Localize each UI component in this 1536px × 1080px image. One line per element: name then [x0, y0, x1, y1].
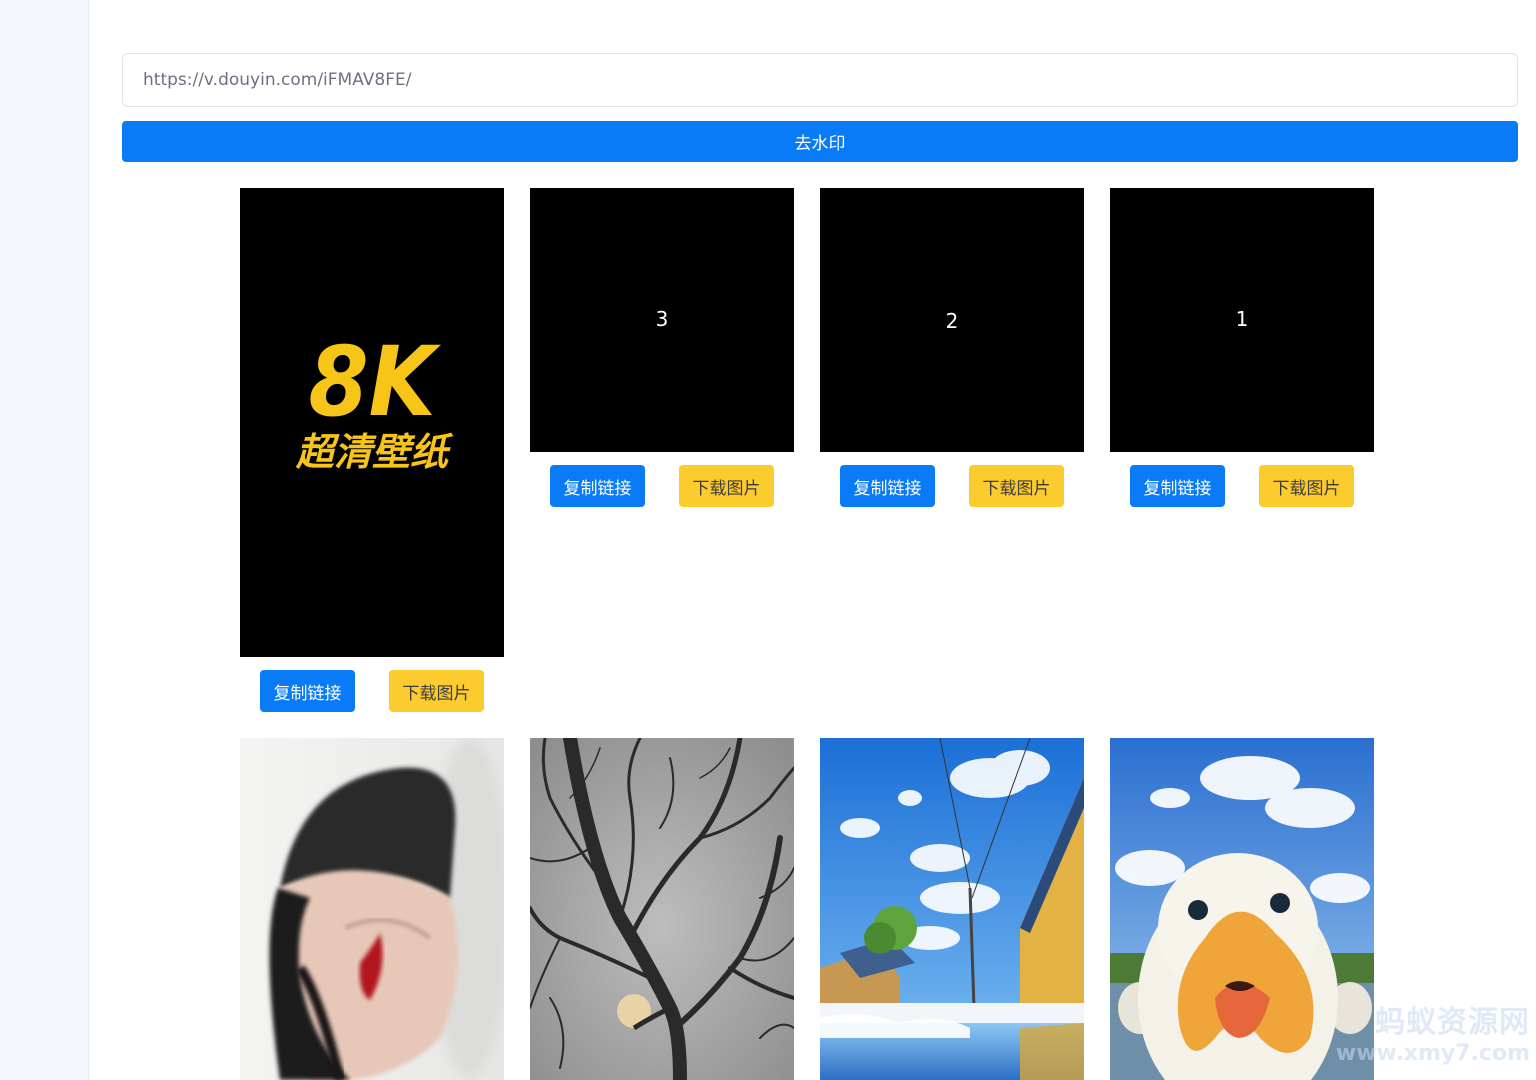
photo-duck[interactable]: [1110, 738, 1374, 1080]
image-thumbnail[interactable]: 3: [530, 188, 794, 452]
image-number: 1: [1235, 307, 1249, 331]
sidebar: [0, 0, 89, 1080]
copy-link-button[interactable]: 复制链接: [260, 670, 355, 712]
image-number: 2: [945, 309, 959, 333]
image-card: 2 复制链接 下载图片: [820, 188, 1084, 508]
image-thumbnail[interactable]: 1: [1110, 188, 1374, 452]
copy-link-button[interactable]: 复制链接: [550, 465, 645, 507]
cover-image[interactable]: 8K 超清壁纸: [240, 188, 504, 657]
main-content: 去水印 8K 超清壁纸 复制链接 下载图片 3 复制链接 下载图片 2 复制链接…: [89, 0, 1536, 1080]
image-card-cover: 8K 超清壁纸 复制链接 下载图片: [240, 188, 504, 718]
cover-title: 8K: [308, 326, 441, 438]
image-number: 3: [655, 307, 669, 331]
cover-subtitle: 超清壁纸: [295, 430, 454, 474]
photo-trees[interactable]: [530, 738, 794, 1080]
image-card: 3 复制链接 下载图片: [530, 188, 794, 508]
copy-link-button[interactable]: 复制链接: [1130, 465, 1225, 507]
image-thumbnail[interactable]: 2: [820, 188, 1084, 452]
download-image-button[interactable]: 下载图片: [969, 465, 1064, 507]
watermark-title: 蚂蚁资源网: [1375, 1005, 1530, 1040]
remove-watermark-button[interactable]: 去水印: [122, 121, 1518, 162]
site-watermark: 蚂蚁资源网 www.xmy7.com: [1336, 997, 1530, 1066]
download-image-button[interactable]: 下载图片: [389, 670, 484, 712]
photo-street[interactable]: [820, 738, 1084, 1080]
watermark-url: www.xmy7.com: [1335, 1041, 1530, 1066]
copy-link-button[interactable]: 复制链接: [840, 465, 935, 507]
download-image-button[interactable]: 下载图片: [1259, 465, 1354, 507]
photo-portrait[interactable]: [240, 738, 504, 1080]
url-input[interactable]: [122, 53, 1518, 107]
image-card: 1 复制链接 下载图片: [1110, 188, 1374, 508]
download-image-button[interactable]: 下载图片: [679, 465, 774, 507]
